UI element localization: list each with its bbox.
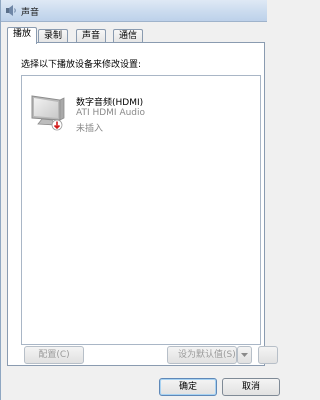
chevron-down-icon [241,353,248,357]
ok-button[interactable]: 确定 [159,378,217,396]
window-title: 声音 [21,8,40,18]
title-bar[interactable]: 声音 [1,0,267,22]
set-default-dropdown-button[interactable] [237,346,252,364]
instruction-text: 选择以下播放设备来修改设置: [21,60,142,70]
device-list[interactable]: 数字音频(HDMI) ATI HDMI Audio 未插入 [21,75,261,345]
properties-button[interactable] [258,346,278,364]
tab-communications[interactable]: 通信 [113,29,144,43]
playback-panel: 选择以下播放设备来修改设置: 数字音频(HDMI) ATI HDMI Audio… [7,42,265,366]
set-default-button[interactable]: 设为默认值(S) [167,346,237,364]
tab-sounds[interactable]: 声音 [76,29,107,43]
tab-recording[interactable]: 录制 [38,29,69,43]
monitor-icon [31,95,65,131]
sound-dialog: 声音 播放 录制 声音 通信 选择以下播放设备来修改设置: 数字音频(HDMI)… [0,0,280,400]
device-driver: ATI HDMI Audio [76,108,146,118]
red-down-arrow-icon [51,119,63,131]
device-status: 未插入 [76,124,104,134]
speaker-icon [6,5,16,16]
configure-button[interactable]: 配置(C) [24,346,84,364]
cancel-button[interactable]: 取消 [222,378,280,396]
device-name: 数字音频(HDMI) [76,98,144,108]
tab-playback[interactable]: 播放 [7,27,38,44]
